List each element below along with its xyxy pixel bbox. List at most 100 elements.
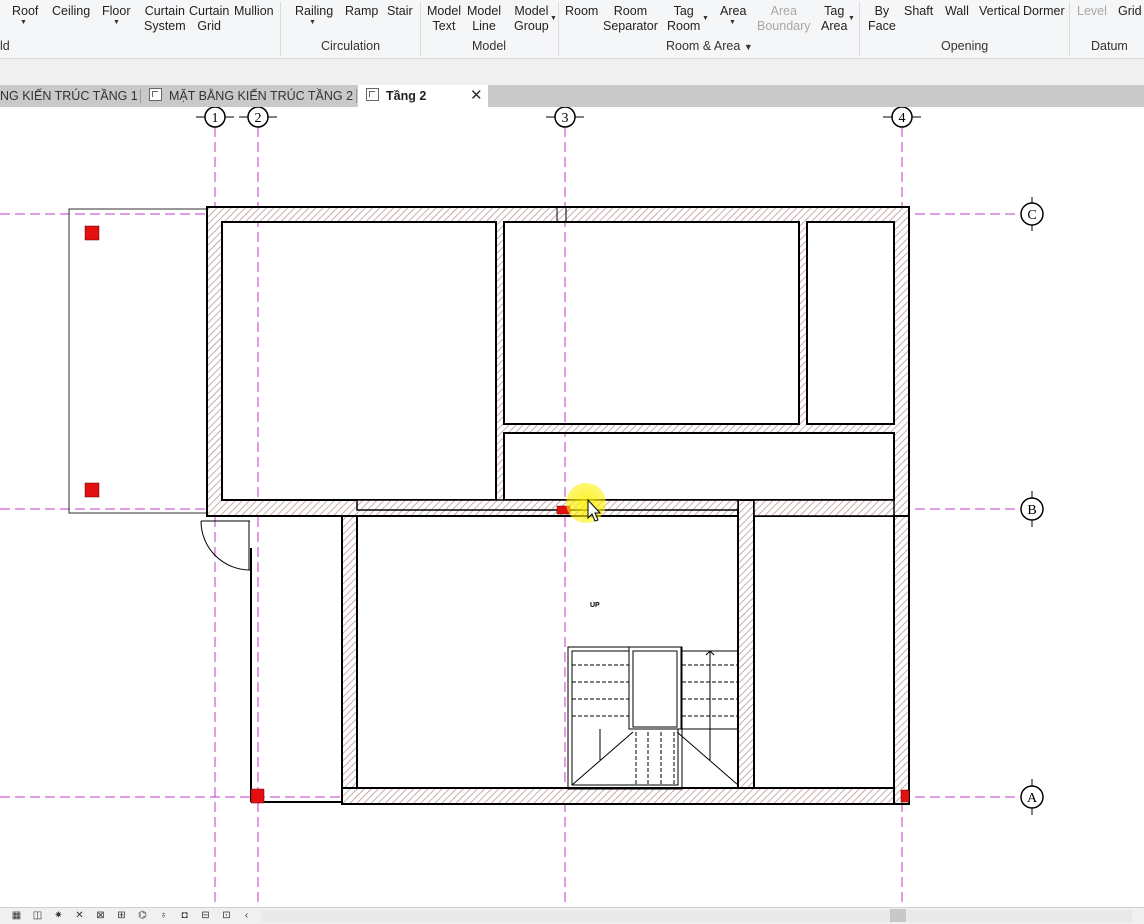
railing-button[interactable]: Railing [295, 4, 333, 19]
shaft-button[interactable]: Shaft [904, 4, 933, 19]
room-separator-label-2: Separator [603, 19, 658, 33]
model-text-button[interactable]: Model Text [427, 4, 461, 34]
bottom-wall[interactable] [341, 787, 910, 805]
model-text-label-1: Model [427, 4, 462, 18]
column-marker[interactable] [250, 788, 265, 804]
grid-button[interactable]: Grid [1118, 4, 1142, 19]
roof-button[interactable]: Roof [12, 4, 38, 19]
tag-area-label-2: Area [821, 19, 848, 33]
tab-label: Tầng 2 [386, 89, 427, 103]
tag-area-dropdown-icon[interactable]: ▼ [848, 15, 855, 22]
tag-room-dropdown-icon[interactable]: ▼ [702, 15, 709, 22]
lower-left-wall[interactable] [341, 515, 358, 789]
room-button[interactable]: Room [565, 4, 598, 19]
area-boundary-label-1: Area [770, 4, 797, 18]
tag-room-label-1: Tag [673, 4, 694, 18]
scroll-left-icon[interactable]: ‹ [240, 910, 253, 921]
tag-room-button[interactable]: Tag Room [667, 4, 700, 34]
grid-bubble-1[interactable]: 1 [196, 107, 234, 128]
area-boundary-button[interactable]: Area Boundary [757, 4, 811, 34]
vertical-opening-button[interactable]: Vertical [979, 4, 1020, 19]
upper-outer-wall[interactable] [206, 206, 910, 517]
room-separator-button[interactable]: Room Separator [603, 4, 658, 34]
curtain-system-label-2: System [144, 19, 186, 33]
tag-room-label-2: Room [667, 19, 701, 33]
floor-plan-icon [366, 88, 379, 101]
horizontal-scrollbar-thumb[interactable] [890, 909, 906, 922]
sun-path-icon[interactable]: ✕ [73, 910, 86, 921]
area-button[interactable]: Area [720, 4, 746, 19]
panel-separator [420, 2, 421, 56]
right-lower-wall[interactable] [893, 515, 910, 805]
grid-bubble-b[interactable]: B [1020, 491, 1044, 527]
stair-button[interactable]: Stair [387, 4, 413, 19]
opening-panel-label: Opening [941, 39, 989, 53]
grid-bubble-a[interactable]: A [1020, 779, 1044, 815]
column-marker[interactable] [84, 225, 100, 241]
curtain-grid-button[interactable]: Curtain Grid [189, 4, 229, 34]
model-line-label-1: Model [467, 4, 502, 18]
lower-right-wall[interactable] [737, 499, 755, 789]
panel-separator [280, 2, 281, 56]
tab-mat-bang-tang-2[interactable]: MẶT BẰNG KIẾN TRÚC TẦNG 2 [149, 85, 354, 107]
tab-label: MẶT BẰNG KIẾN TRÚC TẦNG 2 [169, 89, 354, 103]
floor-button[interactable]: Floor [102, 4, 130, 19]
grid-bubble-4[interactable]: 4 [883, 107, 921, 128]
scale-icon[interactable]: ▦ [10, 910, 23, 921]
by-face-button[interactable]: By Face [868, 4, 896, 34]
ramp-button[interactable]: Ramp [345, 4, 378, 19]
shadows-icon[interactable]: ⊠ [94, 910, 107, 921]
grid-label-b: B [1027, 503, 1036, 518]
grid-bubble-2[interactable]: 2 [239, 107, 277, 128]
horizontal-scrollbar[interactable] [262, 910, 1132, 922]
canopy-outline[interactable] [68, 208, 209, 514]
room-separator-label-1: Room [613, 4, 648, 18]
railing-dropdown-icon[interactable]: ▼ [309, 19, 316, 26]
model-group-dropdown-icon[interactable]: ▼ [550, 15, 557, 22]
model-group-label-2: Group [514, 19, 549, 33]
tab-mat-bang-tang-1[interactable]: NG KIẾN TRÚC TẦNG 1 [0, 85, 140, 107]
model-panel-label: Model [472, 39, 507, 53]
grid-bubble-c[interactable]: C [1020, 197, 1044, 231]
grid-label-a: A [1027, 791, 1038, 806]
right-middle-wall[interactable] [753, 499, 895, 517]
area-dropdown-icon[interactable]: ▼ [729, 19, 736, 26]
visual-style-icon[interactable]: ✷ [52, 910, 65, 921]
room-area-expand-icon[interactable]: ▼ [744, 42, 753, 52]
close-tab-icon[interactable]: ✕ [470, 85, 483, 107]
floor-dropdown-icon[interactable]: ▼ [113, 19, 120, 26]
crop-view-icon[interactable]: ⊞ [115, 910, 128, 921]
column-marker[interactable] [84, 482, 100, 498]
dormer-button[interactable]: Dormer [1023, 4, 1065, 19]
panel-separator [1069, 2, 1070, 56]
mullion-button[interactable]: Mullion [234, 4, 274, 19]
roof-dropdown-icon[interactable]: ▼ [20, 19, 27, 26]
reveal-hidden-icon[interactable]: ◘ [178, 910, 191, 921]
column-marker[interactable] [900, 789, 910, 803]
floor-plan-icon [149, 88, 162, 101]
build-panel-label: ld [0, 39, 10, 53]
walls [206, 206, 910, 805]
curtain-system-button[interactable]: Curtain System [144, 4, 186, 34]
model-group-button[interactable]: Model Group [514, 4, 549, 34]
view-tab-bar: NG KIẾN TRÚC TẦNG 1 MẶT BẰNG KIẾN TRÚC T… [0, 85, 1144, 107]
model-line-button[interactable]: Model Line [467, 4, 501, 34]
highlight-displacement-icon[interactable]: ⊡ [220, 910, 233, 921]
detail-level-icon[interactable]: ◫ [31, 910, 44, 921]
ceiling-button[interactable]: Ceiling [52, 4, 90, 19]
analytical-model-icon[interactable]: ⊟ [199, 910, 212, 921]
stair[interactable] [567, 646, 739, 790]
room-area-panel-label[interactable]: Room & Area ▼ [666, 39, 753, 53]
grid-bubble-3[interactable]: 3 [546, 107, 584, 128]
middle-wall-segment[interactable] [356, 499, 739, 511]
options-bar [0, 59, 1144, 85]
wall-opening-button[interactable]: Wall [945, 4, 969, 19]
level-button[interactable]: Level [1077, 4, 1107, 19]
show-crop-icon[interactable]: ⌬ [136, 910, 149, 921]
tag-area-button[interactable]: Tag Area [821, 4, 847, 34]
temporary-hide-icon[interactable]: ♁ [157, 910, 170, 921]
door[interactable] [200, 520, 251, 571]
curtain-system-label-1: Curtain [144, 4, 185, 18]
tab-tang-2[interactable]: Tầng 2 ✕ [358, 85, 488, 107]
drawing-canvas[interactable]: UP 1 2 3 4 C B A [0, 107, 1144, 907]
